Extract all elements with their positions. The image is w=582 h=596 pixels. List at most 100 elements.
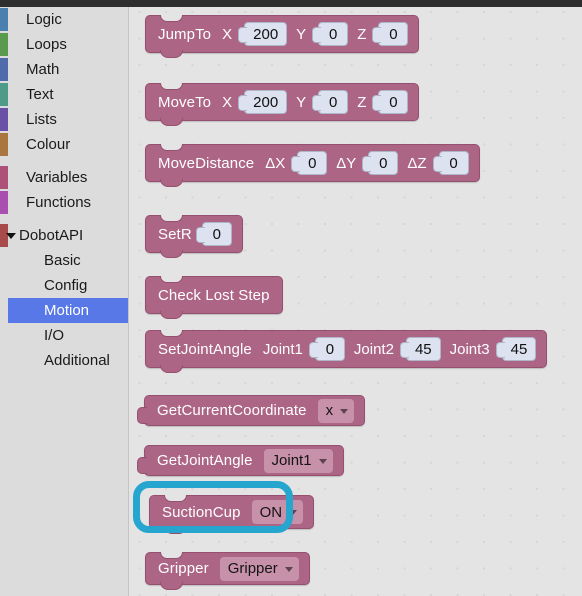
category-swatch-icon: [0, 108, 8, 131]
sidebar-item-label: Config: [44, 277, 88, 294]
toolbox-category-math[interactable]: Math: [0, 57, 128, 82]
category-swatch-icon: [0, 58, 8, 81]
field-joint2[interactable]: 45: [399, 337, 441, 361]
dropdown-coordinate-axis[interactable]: x: [317, 398, 355, 423]
arg-label-joint3: Joint3: [449, 340, 490, 358]
block-gripper[interactable]: Gripper Gripper: [145, 552, 310, 590]
toolbox-category-label: DobotAPI: [19, 227, 84, 244]
toolbox-category-label: Colour: [26, 136, 71, 153]
arg-label-dz: ΔZ: [407, 154, 427, 172]
field-dz[interactable]: 0: [432, 151, 469, 175]
arg-label-dy: ΔY: [336, 154, 357, 172]
block-label: MoveTo: [158, 93, 212, 111]
dropdown-value: ON: [259, 503, 283, 521]
block-check-lost-step[interactable]: Check Lost Step: [145, 276, 283, 319]
sidebar-item-basic[interactable]: Basic: [0, 248, 128, 273]
field-y[interactable]: 0: [312, 90, 349, 114]
block-get-current-coordinate[interactable]: GetCurrentCoordinate x: [136, 395, 366, 426]
block-get-joint-angle[interactable]: GetJointAngle Joint1: [137, 445, 344, 476]
category-swatch-icon: [0, 83, 8, 106]
toolbox-category-lists[interactable]: Lists: [0, 107, 128, 132]
toolbox-divider: [0, 215, 128, 223]
toolbox-category-label: Variables: [26, 169, 88, 186]
category-swatch-icon: [0, 133, 8, 156]
blockly-editor: Logic Loops Math Text Lists Colour Varia…: [0, 0, 582, 596]
category-swatch-icon: [0, 191, 8, 214]
chevron-down-icon: [340, 408, 349, 414]
arg-label-z: Z: [357, 25, 367, 43]
block-label: SetR: [158, 225, 192, 243]
toolbox-category-functions[interactable]: Functions: [0, 190, 128, 215]
chevron-down-icon: [284, 566, 293, 572]
category-swatch-icon: [0, 166, 8, 189]
toolbox-category-logic[interactable]: Logic: [0, 7, 128, 32]
arg-label-y: Y: [296, 93, 307, 111]
toolbox-divider: [0, 157, 128, 165]
dropdown-value: Gripper: [227, 560, 278, 577]
block-label: JumpTo: [158, 25, 212, 43]
arg-label-x: X: [222, 93, 233, 111]
toolbox-category-text[interactable]: Text: [0, 82, 128, 107]
field-y[interactable]: 0: [312, 22, 349, 46]
dropdown-value: x: [325, 402, 334, 419]
sidebar-item-label: Additional: [44, 352, 110, 369]
block-label: GetCurrentCoordinate: [157, 402, 307, 419]
triangle-down-icon[interactable]: [6, 232, 16, 239]
block-flyout[interactable]: JumpTo X 200 Y 0 Z 0 MoveTo X 200 Y 0 Z …: [129, 7, 582, 596]
sidebar-item-motion[interactable]: Motion: [0, 298, 128, 323]
arg-label-joint2: Joint2: [353, 340, 394, 358]
field-dy[interactable]: 0: [362, 151, 399, 175]
dropdown-gripper-state[interactable]: Gripper: [219, 556, 299, 581]
chevron-down-icon: [318, 458, 327, 464]
block-suction-cup[interactable]: SuctionCup ON: [149, 495, 315, 534]
sidebar-item-io[interactable]: I/O: [0, 323, 128, 348]
toolbox-category-label: Functions: [26, 194, 92, 211]
field-joint3[interactable]: 45: [495, 337, 537, 361]
category-swatch-icon: [0, 8, 8, 31]
arg-label-dx: ΔX: [265, 154, 286, 172]
sidebar-item-label: Basic: [44, 252, 81, 269]
block-set-r[interactable]: SetR 0: [145, 215, 243, 258]
arg-label-joint1: Joint1: [262, 340, 303, 358]
toolbox-category-loops[interactable]: Loops: [0, 32, 128, 57]
block-set-joint-angle[interactable]: SetJointAngle Joint1 0 Joint2 45 Joint3 …: [145, 330, 548, 373]
toolbox-category-label: Loops: [26, 36, 67, 53]
window-top-strip: [0, 0, 582, 7]
dropdown-suction-state[interactable]: ON: [251, 500, 304, 524]
category-swatch-icon: [0, 33, 8, 56]
field-r[interactable]: 0: [195, 222, 232, 246]
sidebar-item-label: I/O: [44, 327, 65, 344]
block-label: Check Lost Step: [158, 286, 270, 304]
arg-label-y: Y: [296, 25, 307, 43]
toolbox-panel: Logic Loops Math Text Lists Colour Varia…: [0, 7, 129, 596]
block-label: SuctionCup: [162, 503, 241, 521]
field-z[interactable]: 0: [372, 90, 409, 114]
toolbox-category-label: Logic: [26, 11, 62, 28]
toolbox-category-label: Math: [26, 61, 60, 78]
chevron-down-icon: [289, 510, 298, 515]
block-label: SetJointAngle: [158, 340, 252, 358]
field-z[interactable]: 0: [372, 22, 409, 46]
toolbox-category-dobotapi[interactable]: DobotAPI: [0, 223, 128, 248]
block-label: MoveDistance: [158, 154, 255, 172]
arg-label-x: X: [222, 25, 233, 43]
field-dx[interactable]: 0: [291, 151, 328, 175]
arg-label-z: Z: [357, 93, 367, 111]
sidebar-item-config[interactable]: Config: [0, 273, 128, 298]
toolbox-category-variables[interactable]: Variables: [0, 165, 128, 190]
block-jump-to[interactable]: JumpTo X 200 Y 0 Z 0: [145, 15, 420, 58]
sidebar-item-label: Motion: [44, 302, 90, 319]
field-x[interactable]: 200: [238, 90, 288, 114]
toolbox-category-colour[interactable]: Colour: [0, 132, 128, 157]
block-label: GetJointAngle: [157, 452, 253, 469]
field-x[interactable]: 200: [238, 22, 288, 46]
dropdown-value: Joint1: [271, 452, 312, 469]
sidebar-item-additional[interactable]: Additional: [0, 348, 128, 373]
dropdown-joint-select[interactable]: Joint1: [263, 448, 333, 473]
toolbox-category-label: Lists: [26, 111, 57, 128]
block-move-to[interactable]: MoveTo X 200 Y 0 Z 0: [145, 83, 420, 126]
block-move-distance[interactable]: MoveDistance ΔX 0 ΔY 0 ΔZ 0: [145, 144, 480, 187]
block-label: Gripper: [158, 560, 209, 577]
toolbox-category-label: Text: [26, 86, 54, 103]
field-joint1[interactable]: 0: [308, 337, 345, 361]
